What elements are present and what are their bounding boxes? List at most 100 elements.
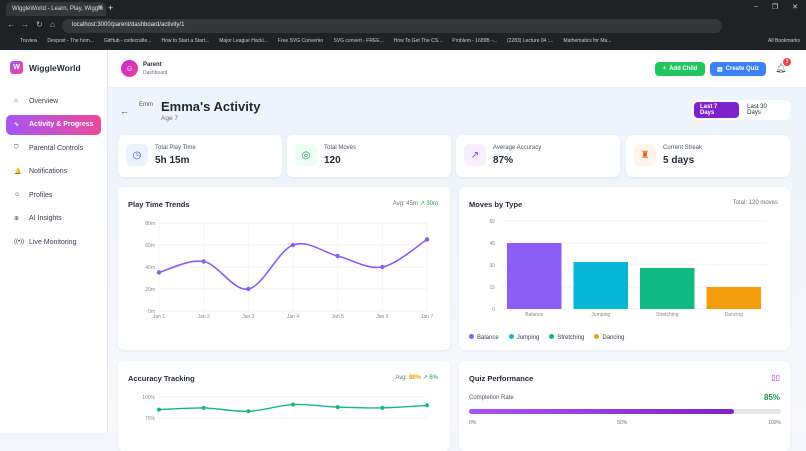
- data-point: [201, 259, 206, 264]
- quiz-card: Quiz Performance ▯▯ Completion Rate 85% …: [459, 361, 790, 451]
- accuracy-card: Accuracy Tracking Avg: 88% ↗ 6% 75% 100%: [118, 361, 450, 451]
- play-time-chart: 0m20m40m60m80mJan 1 Jan 2 Jan 3 Jan 4 Jan 5J…: [145, 221, 433, 320]
- bookmark-item[interactable]: How to Start a Start...: [161, 38, 209, 44]
- sidebar-item-live-monitoring[interactable]: ((•)) Live Monitoring: [6, 232, 101, 252]
- bar-dancing: [706, 287, 761, 309]
- y-tick-label: 100%: [142, 395, 155, 401]
- x-tick-label: Jan 4: [287, 314, 299, 320]
- browser-tab[interactable]: WiggleWorld - Learn, Play, Wiggle: [6, 2, 106, 16]
- stat-card: ◎ Total Moves 120: [287, 135, 451, 177]
- page-title: Emma's Activity: [161, 99, 261, 114]
- stat-value: 120: [324, 155, 341, 166]
- nav-icon: ⊕: [14, 216, 20, 222]
- legend-label: Jumping: [516, 335, 540, 341]
- nav-icon: ((•)): [14, 239, 25, 245]
- data-point: [291, 402, 295, 407]
- bookmark-item[interactable]: SVG convert - FREE...: [333, 38, 383, 44]
- tick-label: 100%: [768, 420, 781, 426]
- sidebar-item-overview[interactable]: ⌂ Overview: [6, 91, 101, 111]
- legend-item[interactable]: Balance: [469, 334, 499, 341]
- data-point: [424, 237, 430, 242]
- chart-legend: Balance Jumping Stretching Dancing: [469, 334, 624, 341]
- range-last-7-days[interactable]: Last 7 Days: [694, 102, 740, 118]
- add-child-button[interactable]: + Add Child: [655, 62, 705, 76]
- nav-icon: ⛉: [14, 144, 19, 151]
- tick-label: 0%: [469, 420, 477, 426]
- x-tick-label: Jan 1: [153, 314, 165, 320]
- browser-chrome: WiggleWorld - Learn, Play, Wiggle ✕ + – ❐…: [0, 0, 806, 50]
- book-icon[interactable]: ▯▯: [771, 373, 780, 382]
- stat-card: ♜ Current Streak 5 days: [626, 135, 790, 177]
- data-point: [380, 264, 385, 270]
- sidebar-item-profiles[interactable]: ☺ Profiles: [6, 185, 101, 205]
- nav-label: AI Insights: [29, 215, 62, 222]
- bookmark-item[interactable]: Free SVG Converter: [278, 38, 324, 44]
- data-point: [246, 286, 251, 292]
- brand-name: WiggleWorld: [29, 62, 81, 73]
- legend-dot-icon: [469, 334, 474, 339]
- brand-logo[interactable]: W WiggleWorld: [10, 61, 81, 74]
- forward-icon[interactable]: →: [21, 20, 29, 29]
- all-bookmarks[interactable]: All Bookmarks: [768, 38, 800, 44]
- minimize-icon[interactable]: –: [754, 3, 758, 11]
- child-avatar-image: Emm: [139, 102, 153, 108]
- x-tick-label: Jan 7: [421, 314, 433, 320]
- new-tab-icon[interactable]: +: [108, 3, 113, 13]
- sidebar-item-notifications[interactable]: 🔔 Notifications: [6, 162, 101, 182]
- bookmark-item[interactable]: Devpost - The hom...: [47, 38, 94, 44]
- data-point: [290, 242, 296, 248]
- home-icon[interactable]: ⌂: [50, 20, 55, 29]
- document-icon: ▤: [716, 66, 723, 73]
- y-tick-label: 60: [489, 219, 495, 225]
- data-point: [201, 405, 206, 410]
- y-tick-label: 15: [489, 285, 495, 291]
- stat-icon: ◷: [126, 144, 148, 166]
- back-icon[interactable]: ←: [7, 20, 15, 29]
- user-subtitle: Dashboard: [143, 70, 168, 76]
- y-tick-label: 80m: [145, 221, 155, 227]
- completion-label: Completion Rate: [469, 395, 514, 401]
- bookmark-item[interactable]: Mathematics for Ma...: [563, 38, 611, 44]
- sidebar-item-parental-controls[interactable]: ⛉ Parental Controls: [6, 138, 101, 158]
- legend-dot-icon: [508, 334, 514, 339]
- child-age: Age 7: [161, 115, 178, 122]
- y-tick-label: 0: [492, 307, 495, 313]
- stat-icon: ◎: [295, 144, 317, 166]
- sidebar-item-activity-progress[interactable]: ∿ Activity & Progress: [6, 114, 101, 135]
- address-bar[interactable]: localhost:3000/parent/dashboard/activity…: [62, 19, 722, 33]
- bookmark-item[interactable]: Problem - 1689B -...: [452, 38, 497, 44]
- reload-icon[interactable]: ↻: [36, 20, 43, 29]
- moves-chart: 0 15 30 45 60 Balance Jumping Stretching Dancing: [489, 219, 767, 318]
- notification-badge: 3: [783, 58, 791, 66]
- data-point: [335, 405, 340, 410]
- create-quiz-button[interactable]: ▤ Create Quiz: [710, 62, 766, 76]
- nav-icon: 🔔: [14, 169, 22, 175]
- sidebar-item-ai-insights[interactable]: ⊕ AI Insights: [6, 209, 101, 229]
- y-tick-label: 75%: [145, 416, 156, 422]
- nav-icon: ∿: [14, 122, 20, 128]
- range-last-30-days[interactable]: Last 30 Days: [741, 102, 788, 118]
- bookmark-item[interactable]: (2283) Lecture 04 :...: [507, 38, 553, 44]
- data-point: [425, 403, 429, 408]
- add-child-label: Add Child: [669, 66, 698, 72]
- stat-value: 5h 15m: [155, 155, 190, 166]
- back-arrow-icon[interactable]: ←: [120, 106, 129, 116]
- create-quiz-label: Create Quiz: [725, 66, 759, 72]
- maximize-icon[interactable]: ❐: [772, 3, 778, 11]
- legend-item[interactable]: Stretching: [549, 334, 584, 341]
- bookmark-item[interactable]: How To Get The CS...: [394, 38, 442, 44]
- nav-label: Notifications: [29, 168, 68, 175]
- y-tick-label: 30: [489, 263, 495, 269]
- close-tab-icon[interactable]: ✕: [98, 4, 103, 11]
- legend-item[interactable]: Jumping: [508, 334, 540, 341]
- legend-item[interactable]: Dancing: [594, 334, 624, 341]
- stat-icon: ↗: [464, 144, 486, 166]
- bookmark-item[interactable]: Truview: [20, 38, 37, 44]
- moves-card: Moves by Type Total: 120 moves 0 15 30 45 60…: [459, 187, 790, 350]
- close-window-icon[interactable]: ✕: [792, 3, 798, 11]
- user-avatar-icon[interactable]: ☺: [121, 60, 138, 77]
- bookmark-item[interactable]: GitHub - codecrafte...: [104, 38, 152, 44]
- nav-icon: ☺: [14, 192, 21, 198]
- stat-label: Current Streak: [663, 145, 703, 151]
- bookmark-item[interactable]: Major League Hacki...: [219, 38, 268, 44]
